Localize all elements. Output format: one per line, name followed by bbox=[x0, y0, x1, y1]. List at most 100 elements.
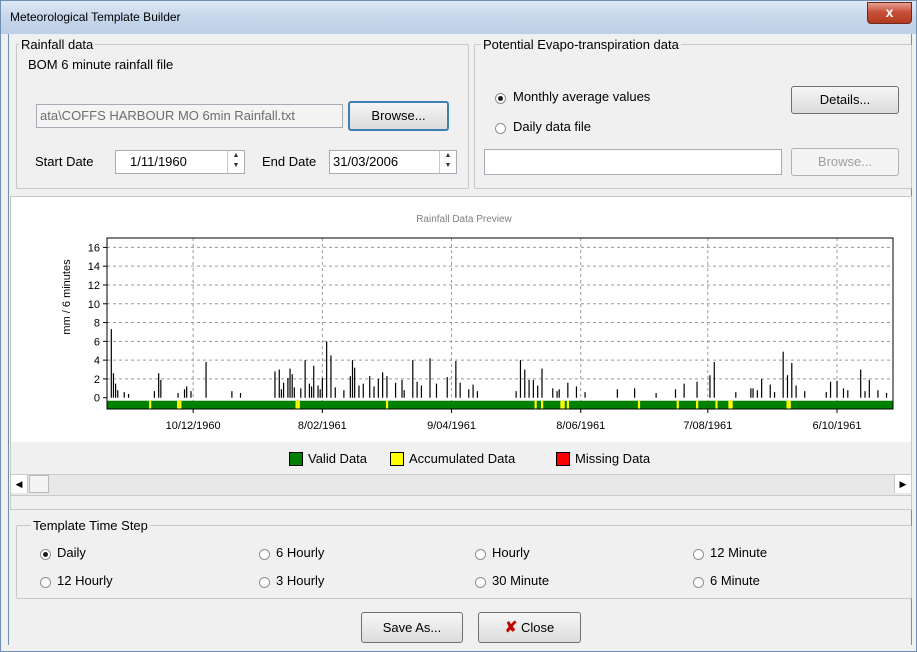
pet-browse-button[interactable]: Browse... bbox=[791, 148, 899, 176]
legend-accumulated-swatch bbox=[390, 452, 404, 466]
pet-daily-label[interactable]: Daily data file bbox=[513, 119, 591, 134]
pet-group-label: Potential Evapo-transpiration data bbox=[481, 37, 681, 52]
start-date-spinner[interactable]: ▲ ▼ bbox=[227, 151, 244, 173]
legend-missing-swatch bbox=[556, 452, 570, 466]
accumulated-data-mark bbox=[295, 400, 298, 409]
pet-daily-radio[interactable] bbox=[495, 123, 506, 134]
timestep-radio[interactable] bbox=[693, 549, 704, 560]
x-tick-label: 9/04/1961 bbox=[427, 420, 476, 432]
y-tick-label: 10 bbox=[88, 299, 100, 311]
accumulated-data-mark bbox=[728, 400, 731, 409]
accumulated-data-mark bbox=[696, 400, 699, 409]
pet-details-button[interactable]: Details... bbox=[791, 86, 899, 114]
pet-monthly-label[interactable]: Monthly average values bbox=[513, 89, 650, 104]
timestep-radio[interactable] bbox=[475, 577, 486, 588]
timestep-radio[interactable] bbox=[475, 549, 486, 560]
accumulated-data-mark bbox=[540, 400, 544, 409]
spin-down-icon[interactable]: ▼ bbox=[228, 161, 244, 171]
title-bar[interactable]: Meteorological Template Builder x bbox=[1, 1, 916, 34]
x-tick-label: 8/06/1961 bbox=[556, 420, 605, 432]
timestep-label[interactable]: 3 Hourly bbox=[276, 573, 324, 588]
scroll-right-arrow-icon[interactable]: ▶ bbox=[894, 475, 911, 493]
chart-y-ticks: 0 2 4 6 8 10 12 14 16 bbox=[88, 242, 107, 405]
timestep-label[interactable]: 12 Hourly bbox=[57, 573, 113, 588]
accumulated-data-mark bbox=[179, 400, 182, 409]
y-tick-label: 0 bbox=[94, 393, 100, 405]
timestep-radio[interactable] bbox=[259, 549, 270, 560]
chart-plot-frame bbox=[106, 237, 894, 410]
timestep-radio[interactable] bbox=[40, 577, 51, 588]
timestep-label[interactable]: 6 Minute bbox=[710, 573, 760, 588]
timestep-label[interactable]: 12 Minute bbox=[710, 545, 767, 560]
dialog-content: Rainfall data BOM 6 minute rainfall file… bbox=[8, 34, 912, 645]
timestep-label[interactable]: Hourly bbox=[492, 545, 530, 560]
rainfall-browse-button[interactable]: Browse... bbox=[348, 101, 449, 131]
accumulated-data-mark bbox=[534, 400, 537, 409]
chart-y-axis-label: mm / 6 minutes bbox=[61, 259, 73, 335]
end-date-field[interactable]: 31/03/2006 bbox=[329, 150, 457, 174]
chart-title: Rainfall Data Preview bbox=[416, 214, 512, 225]
close-button-label: Close bbox=[520, 620, 555, 635]
spin-up-icon[interactable]: ▲ bbox=[228, 151, 244, 161]
x-tick-label: 8/02/1961 bbox=[298, 420, 347, 432]
main-window: Meteorological Template Builder x Rainfa… bbox=[0, 0, 917, 652]
x-tick-label: 7/08/1961 bbox=[683, 420, 732, 432]
accumulated-data-mark bbox=[730, 400, 733, 409]
chart-x-ticks: 10/12/1960 8/02/1961 9/04/1961 8/06/1961 7/0… bbox=[166, 409, 862, 432]
timestep-group-label: Template Time Step bbox=[31, 518, 150, 533]
timestep-label[interactable]: 30 Minute bbox=[492, 573, 549, 588]
accumulated-data-mark bbox=[385, 400, 389, 409]
pet-monthly-radio[interactable] bbox=[495, 93, 506, 104]
accumulated-data-mark bbox=[637, 400, 641, 409]
timestep-radio[interactable] bbox=[259, 577, 270, 588]
y-tick-label: 12 bbox=[88, 280, 100, 292]
rainfall-preview-panel: Rainfall Data Preview mm / 6 minutes 0 2 4… bbox=[10, 196, 912, 510]
accumulated-data-mark bbox=[297, 400, 300, 409]
save-as-button[interactable]: Save As... bbox=[361, 612, 463, 643]
legend-missing-label: Missing Data bbox=[575, 451, 651, 466]
chart-data-status-strip bbox=[107, 400, 893, 409]
accumulated-data-mark bbox=[715, 400, 718, 409]
legend-valid-swatch bbox=[289, 452, 303, 466]
start-date-label: Start Date bbox=[35, 154, 94, 169]
x-tick-label: 6/10/1961 bbox=[813, 420, 862, 432]
chart-horizontal-scrollbar[interactable]: ◀ ▶ bbox=[11, 474, 911, 496]
close-x-icon: ✘ bbox=[504, 619, 518, 636]
accumulated-data-mark bbox=[566, 400, 570, 409]
scroll-left-arrow-icon[interactable]: ◀ bbox=[11, 475, 28, 493]
chart-rainfall-bars bbox=[110, 329, 888, 398]
y-tick-label: 4 bbox=[94, 355, 100, 367]
close-button[interactable]: ✘ Close bbox=[478, 612, 581, 643]
timestep-radio[interactable] bbox=[693, 577, 704, 588]
y-tick-label: 8 bbox=[94, 318, 100, 330]
rainfall-group-label: Rainfall data bbox=[19, 37, 96, 52]
scrollbar-thumb[interactable] bbox=[29, 475, 49, 493]
accumulated-data-mark bbox=[177, 400, 180, 409]
accumulated-data-mark bbox=[560, 400, 563, 409]
valid-data-band bbox=[107, 400, 893, 409]
end-date-label: End Date bbox=[262, 154, 317, 169]
window-title: Meteorological Template Builder bbox=[10, 10, 181, 24]
rainfall-file-label: BOM 6 minute rainfall file bbox=[28, 57, 174, 72]
end-date-spinner[interactable]: ▲ ▼ bbox=[439, 151, 456, 173]
start-date-field[interactable]: 1/11/1960 bbox=[115, 150, 245, 174]
spin-down-icon[interactable]: ▼ bbox=[440, 161, 456, 171]
spin-up-icon[interactable]: ▲ bbox=[440, 151, 456, 161]
window-close-button[interactable]: x bbox=[867, 2, 912, 24]
legend-accumulated-label: Accumulated Data bbox=[409, 451, 516, 466]
y-tick-label: 14 bbox=[88, 261, 100, 273]
accumulated-data-mark bbox=[788, 400, 791, 409]
y-tick-label: 16 bbox=[88, 242, 100, 254]
accumulated-data-mark bbox=[562, 400, 565, 409]
accumulated-data-mark bbox=[786, 400, 789, 409]
timestep-radio[interactable] bbox=[40, 549, 51, 560]
accumulated-data-mark bbox=[149, 400, 152, 409]
timestep-label[interactable]: 6 Hourly bbox=[276, 545, 324, 560]
y-tick-label: 2 bbox=[94, 374, 100, 386]
accumulated-data-mark bbox=[676, 400, 679, 409]
pet-daily-file-field[interactable] bbox=[484, 149, 782, 175]
timestep-label[interactable]: Daily bbox=[57, 545, 86, 560]
rainfall-file-path-field[interactable]: ata\COFFS HARBOUR MO 6min Rainfall.txt bbox=[36, 104, 343, 128]
chart-gridlines bbox=[107, 238, 893, 409]
timestep-group bbox=[16, 525, 912, 599]
